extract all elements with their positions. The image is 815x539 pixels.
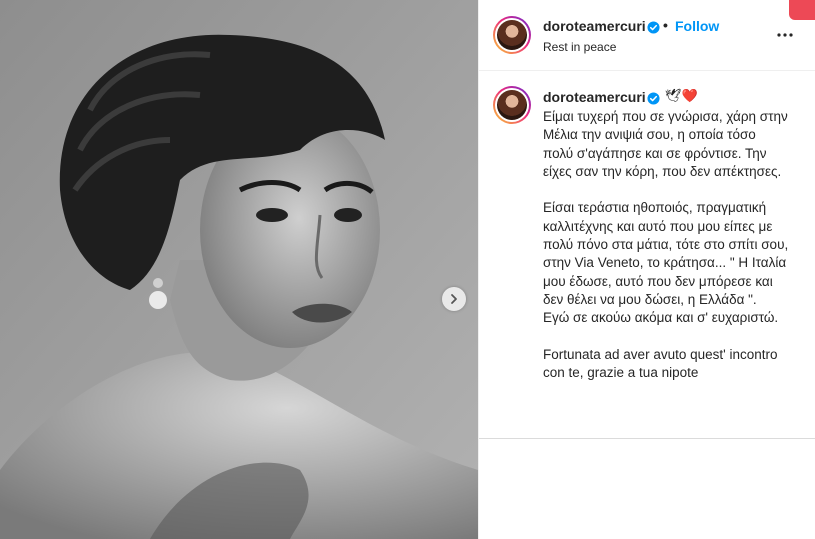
caption-emoji: 🕊❤️: [665, 88, 698, 103]
verified-badge-icon: [647, 21, 660, 34]
post-photo[interactable]: [0, 0, 478, 539]
comments-scroll-area[interactable]: doroteamercuri 🕊❤️ Είμαι τυχερή που σε γ…: [479, 72, 815, 438]
more-options-icon: [777, 33, 793, 37]
author-avatar[interactable]: [493, 16, 531, 54]
separator-dot: •: [663, 17, 668, 33]
post-header: doroteamercuri • Follow Rest in peace: [479, 0, 815, 71]
follow-button[interactable]: Follow: [675, 18, 719, 34]
caption-author-avatar[interactable]: [493, 86, 531, 124]
post-location[interactable]: Rest in peace: [543, 40, 616, 54]
caption-text: Είμαι τυχερή που σε γνώρισα, χάρη στην Μ…: [543, 109, 789, 381]
portrait-image: [0, 0, 478, 539]
notification-badge[interactable]: [789, 0, 815, 20]
verified-badge-icon: [647, 92, 660, 105]
chevron-right-icon: [451, 294, 457, 304]
more-options-button[interactable]: [773, 25, 797, 45]
caption-author-username[interactable]: doroteamercuri: [543, 89, 646, 105]
divider: [479, 438, 815, 439]
next-photo-button[interactable]: [442, 287, 466, 311]
author-username[interactable]: doroteamercuri: [543, 18, 646, 34]
post-side-panel: doroteamercuri • Follow Rest in peace do…: [478, 0, 815, 539]
